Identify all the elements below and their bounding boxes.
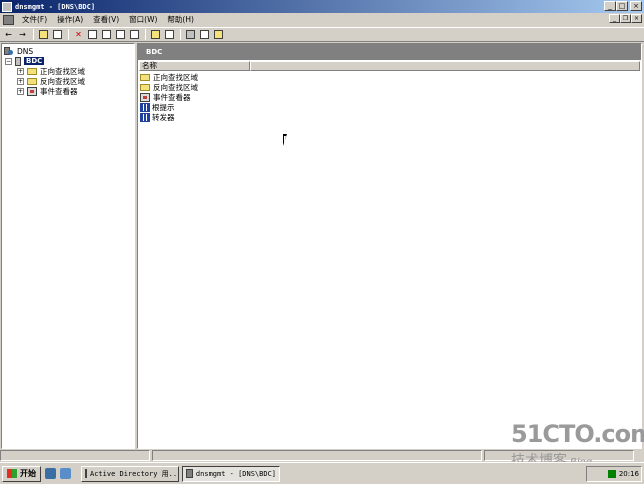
toolbar-separator	[180, 29, 181, 40]
toolbar-separator	[145, 29, 146, 40]
mmc-system-icon[interactable]	[3, 14, 14, 25]
forwarders-icon	[140, 112, 150, 122]
list-item[interactable]: 反向查找区域	[140, 82, 198, 92]
show-desktop-icon[interactable]	[60, 468, 71, 479]
child-minimize-button[interactable]: _	[609, 14, 620, 23]
properties-icon[interactable]	[86, 29, 99, 41]
folder-icon	[27, 77, 37, 85]
tree-node-label: 事件查看器	[40, 86, 78, 96]
minimize-button[interactable]: _	[604, 1, 616, 11]
tree-node-reverse-zones[interactable]: + 反向查找区域	[17, 76, 85, 86]
task-dnsmgmt[interactable]: dnsmgmt - [DNS\BDC]	[182, 465, 280, 482]
root-hints-icon	[140, 102, 150, 112]
tree-node-server[interactable]: − BDC	[5, 56, 45, 66]
expand-icon[interactable]: +	[17, 87, 24, 95]
back-icon[interactable]: ←	[2, 29, 15, 41]
zone-icon[interactable]	[198, 29, 211, 41]
column-header-empty[interactable]	[250, 61, 640, 71]
dns-icon	[4, 46, 14, 56]
console-tree: DNS − BDC + 正向查找区域 + 反向查找区域 + 事件查看器	[1, 43, 135, 449]
event-viewer-icon	[140, 92, 150, 102]
status-cell	[152, 450, 482, 461]
expand-icon[interactable]: +	[17, 77, 24, 85]
tree-node-label: BDC	[24, 57, 45, 65]
list-item[interactable]: 正向查找区域	[140, 72, 198, 82]
list-item[interactable]: 根提示	[140, 102, 175, 112]
record-icon[interactable]	[212, 29, 225, 41]
mouse-cursor-icon	[283, 134, 287, 146]
server-icon[interactable]	[184, 29, 197, 41]
maximize-button[interactable]: □	[616, 1, 628, 11]
folder-icon	[140, 73, 150, 81]
list-icon[interactable]	[128, 29, 141, 41]
start-button[interactable]: 开始	[2, 465, 41, 482]
details-pane: BDC 名称 正向查找区域 反向查找区域 事件查看器 根提示 转发器	[137, 43, 642, 449]
menu-bar: 文件(F) 操作(A) 查看(V) 窗口(W) 帮助(H)	[0, 13, 644, 26]
taskbar: 开始 Active Directory 用... dnsmgmt - [DNS\…	[0, 462, 644, 484]
menu-action[interactable]: 操作(A)	[52, 14, 88, 25]
help-icon[interactable]	[149, 29, 162, 41]
refresh-icon[interactable]	[100, 29, 113, 41]
child-close-button[interactable]: ×	[631, 14, 642, 23]
app-icon	[2, 1, 12, 12]
toolbar: ← → ✕	[0, 27, 644, 42]
delete-icon[interactable]: ✕	[72, 29, 85, 41]
system-tray: 20:16	[586, 466, 642, 482]
task-active-directory[interactable]: Active Directory 用...	[81, 465, 179, 482]
tree-node-event-viewer[interactable]: + 事件查看器	[17, 86, 78, 96]
details-header: BDC	[138, 44, 641, 60]
active-directory-icon	[85, 469, 87, 478]
network-icon[interactable]	[607, 470, 616, 478]
column-header-name[interactable]: 名称	[139, 61, 250, 71]
tree-node-label: DNS	[17, 46, 34, 56]
expand-icon[interactable]: +	[17, 67, 24, 75]
export-icon[interactable]	[114, 29, 127, 41]
menu-help[interactable]: 帮助(H)	[162, 14, 199, 25]
status-cell	[0, 450, 150, 461]
tree-node-dns[interactable]: DNS	[4, 46, 33, 56]
up-folder-icon[interactable]	[37, 29, 50, 41]
close-button[interactable]: ×	[630, 1, 642, 11]
child-window-controls: _ ❐ ×	[609, 14, 642, 23]
window-title: dnsmgmt - [DNS\BDC]	[15, 2, 96, 11]
windows-logo-icon	[7, 469, 17, 478]
forward-icon[interactable]: →	[16, 29, 29, 41]
watermark-line1: 51CTO.com	[511, 420, 644, 448]
menu-window[interactable]: 窗口(W)	[124, 14, 162, 25]
child-restore-button[interactable]: ❐	[620, 14, 631, 23]
collapse-icon[interactable]: −	[5, 57, 12, 65]
list-item[interactable]: 事件查看器	[140, 92, 191, 102]
tree-node-forward-zones[interactable]: + 正向查找区域	[17, 66, 85, 76]
dns-icon	[186, 469, 193, 478]
window-controls: _ □ ×	[604, 1, 642, 11]
list-item[interactable]: 转发器	[140, 112, 175, 122]
event-viewer-icon	[27, 86, 37, 96]
title-bar: dnsmgmt - [DNS\BDC] _ □ ×	[0, 0, 644, 13]
show-hide-tree-icon[interactable]	[51, 29, 64, 41]
folder-icon	[140, 83, 150, 91]
console-icon[interactable]	[163, 29, 176, 41]
folder-icon	[27, 67, 37, 75]
ie-icon[interactable]	[45, 468, 56, 479]
menu-view[interactable]: 查看(V)	[88, 14, 124, 25]
server-icon	[15, 56, 21, 66]
toolbar-separator	[33, 29, 34, 40]
toolbar-separator	[68, 29, 69, 40]
menu-file[interactable]: 文件(F)	[17, 14, 52, 25]
clock[interactable]: 20:16	[619, 470, 639, 478]
